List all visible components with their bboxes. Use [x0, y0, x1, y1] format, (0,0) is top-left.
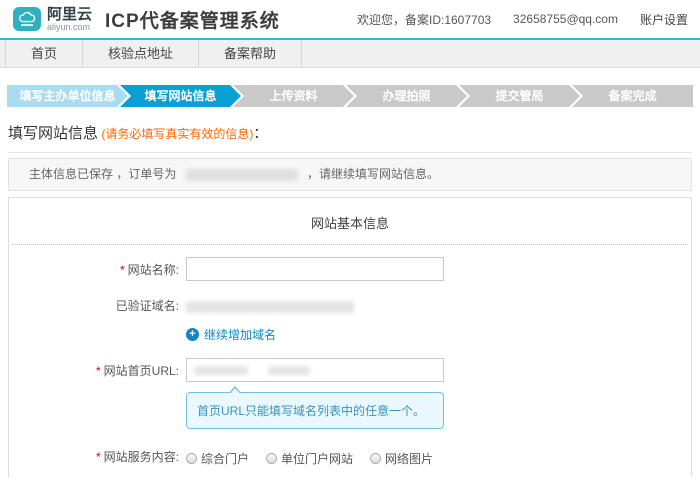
section-hint: (请务必填写真实有效的信息) — [101, 127, 253, 141]
nav-item-verification-address[interactable]: 核验点地址 — [83, 40, 199, 67]
section-header: 填写网站信息 (请务必填写真实有效的信息)： — [8, 122, 692, 153]
brand-domain: aliyun.com — [47, 23, 92, 32]
redacted-order-number — [186, 169, 298, 181]
step-filing-complete: 备案完成 — [572, 85, 693, 107]
notice-suffix: ，请继续填写网站信息。 — [307, 167, 439, 181]
step-submit-authority: 提交管局 — [459, 85, 580, 107]
main-nav: 首页 核验点地址 备案帮助 — [0, 40, 700, 68]
url-tip-tooltip: 首页URL只能填写域名列表中的任意一个。 — [186, 392, 444, 429]
step-upload-materials: 上传资料 — [233, 85, 354, 107]
app-title: ICP代备案管理系统 — [105, 6, 280, 33]
account-email: 32658755@qq.com — [513, 12, 618, 26]
required-mark: * — [120, 263, 125, 277]
field-home-url: *网站首页URL: — [9, 358, 691, 384]
add-domain-row: 继续增加域名 — [9, 326, 691, 343]
dotted-divider — [12, 244, 688, 245]
header-user-area: 欢迎您，备案ID:1607703 32658755@qq.com 账户设置 — [335, 11, 688, 28]
verified-domain-label: 已验证域名: — [9, 299, 186, 314]
account-settings-link[interactable]: 账户设置 — [640, 11, 688, 28]
saved-notice: 主体信息已保存 ，订单号为 ，请继续填写网站信息。 — [8, 158, 692, 191]
website-info-panel: 网站基本信息 *网站名称: 已验证域名: 继续增加域名 *网站首页URL: — [8, 197, 692, 477]
radio-org-portal-site[interactable]: 单位门户网站 — [266, 450, 353, 467]
radio-comprehensive-portal[interactable]: 综合门户 — [186, 450, 249, 467]
nav-item-filing-help[interactable]: 备案帮助 — [199, 40, 302, 67]
redacted-verified-domain — [186, 301, 354, 313]
aliyun-cloud-icon — [12, 4, 42, 34]
aliyun-logo[interactable]: 阿里云 aliyun.com — [12, 4, 92, 34]
section-title: 填写网站信息 — [8, 125, 98, 142]
app-header: 阿里云 aliyun.com ICP代备案管理系统 欢迎您，备案ID:16077… — [0, 0, 700, 38]
redacted-url-part — [268, 366, 310, 375]
add-domain-label: 继续增加域名 — [204, 326, 276, 343]
step-fill-organizer-info: 填写主办单位信息 — [7, 85, 128, 107]
progress-steps: 填写主办单位信息 填写网站信息 上传资料 办理拍照 提交管局 备案完成 — [7, 85, 693, 107]
plus-circle-icon — [186, 328, 199, 341]
radio-icon — [186, 453, 197, 464]
home-url-label: 网站首页URL: — [104, 364, 179, 378]
field-site-name: *网站名称: — [9, 257, 691, 283]
section-colon: ： — [253, 125, 267, 141]
required-mark: * — [96, 364, 101, 378]
welcome-text: 欢迎您，备案ID:1607703 — [357, 11, 491, 28]
field-service-content: *网站服务内容: 综合门户 单位门户网站 网络图片 — [9, 450, 691, 467]
nav-item-home[interactable]: 首页 — [5, 40, 83, 67]
site-name-input[interactable] — [186, 257, 444, 281]
step-photo-processing: 办理拍照 — [346, 85, 467, 107]
step-fill-website-info: 填写网站信息 — [120, 85, 241, 107]
url-tip-row: 首页URL只能填写域名列表中的任意一个。 — [9, 392, 691, 429]
add-domain-link[interactable]: 继续增加域名 — [186, 326, 276, 343]
required-mark: * — [96, 450, 101, 464]
brand-name: 阿里云 — [47, 7, 92, 22]
service-content-label: 网站服务内容: — [104, 450, 179, 464]
radio-icon — [370, 453, 381, 464]
form-title: 网站基本信息 — [9, 198, 691, 232]
site-name-label: 网站名称: — [128, 263, 179, 277]
url-tip-text: 首页URL只能填写域名列表中的任意一个。 — [197, 404, 425, 418]
radio-icon — [266, 453, 277, 464]
redacted-url-part — [194, 366, 248, 375]
field-verified-domain: 已验证域名: — [9, 299, 691, 314]
radio-web-images[interactable]: 网络图片 — [370, 450, 433, 467]
notice-prefix: 主体信息已保存 ，订单号为 — [29, 167, 176, 181]
